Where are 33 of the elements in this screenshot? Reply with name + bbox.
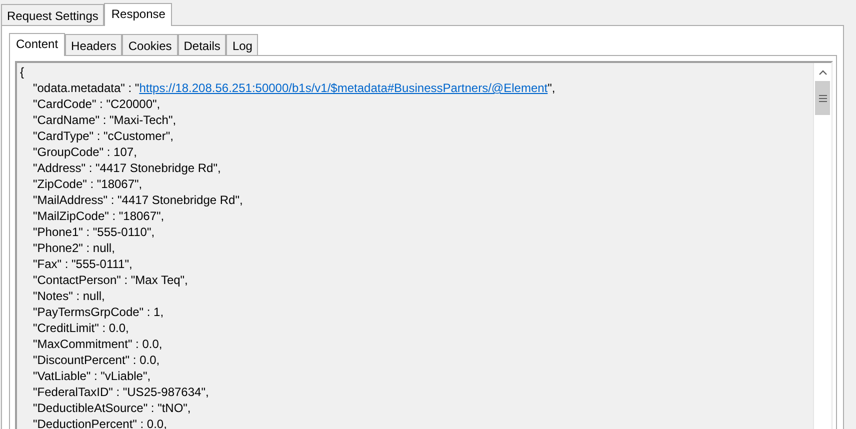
- code-line: "Phone2" : null,: [32, 240, 115, 256]
- code-line: "MaxCommitment" : 0.0,: [32, 336, 162, 352]
- code-line: "CardCode" : "C20000",: [32, 96, 160, 112]
- code-line: "FederalTaxID" : "US25-987634",: [32, 384, 209, 400]
- code-line: "GroupCode" : 107,: [32, 144, 137, 160]
- scroll-thumb[interactable]: [815, 81, 830, 115]
- tab[interactable]: Cookies: [122, 34, 178, 55]
- code-line: "Fax" : "555-0111",: [32, 256, 132, 272]
- code-line: "VatLiable" : "vLiable",: [32, 368, 151, 384]
- tab[interactable]: Details: [178, 34, 226, 55]
- metadata-link[interactable]: https://18.208.56.251:50000/b1s/v1/$metadata#BusinessPartners/@Element: [139, 81, 548, 95]
- code-line: {: [20, 64, 24, 80]
- code-line: "CreditLimit" : 0.0,: [32, 320, 129, 336]
- code-line: "ContactPerson" : "Max Teq",: [32, 272, 188, 288]
- code-line: "odata.metadata" : "https://18.208.56.251:50000/b1s/v1/$metadata#BusinessPartners/@Element",: [32, 80, 556, 96]
- tab[interactable]: Request Settings: [1, 4, 104, 25]
- code-line: "ZipCode" : "18067",: [32, 176, 142, 192]
- chevron-up-icon: [818, 70, 826, 74]
- code-line: "DeductibleAtSource" : "tNO",: [32, 400, 191, 416]
- tab[interactable]: Headers: [65, 34, 122, 55]
- tab[interactable]: Content: [9, 33, 66, 56]
- code-line: "Notes" : null,: [32, 288, 105, 304]
- code-line: "MailAddress" : "4417 Stonebridge Rd",: [32, 192, 243, 208]
- code-line: "Phone1" : "555-0110",: [32, 224, 155, 240]
- code-line: "Address" : "4417 Stonebridge Rd",: [32, 160, 221, 176]
- grip-icon: [818, 94, 826, 102]
- code-line: "CardType" : "cCustomer",: [32, 128, 174, 144]
- tab[interactable]: Log: [226, 34, 258, 55]
- code-line: "PayTermsGrpCode" : 1,: [32, 304, 164, 320]
- tab[interactable]: Response: [104, 3, 172, 26]
- code-line: "CardName" : "Maxi-Tech",: [32, 112, 176, 128]
- code-line: "DiscountPercent" : 0.0,: [32, 352, 160, 368]
- code-line: "MailZipCode" : "18067",: [32, 208, 164, 224]
